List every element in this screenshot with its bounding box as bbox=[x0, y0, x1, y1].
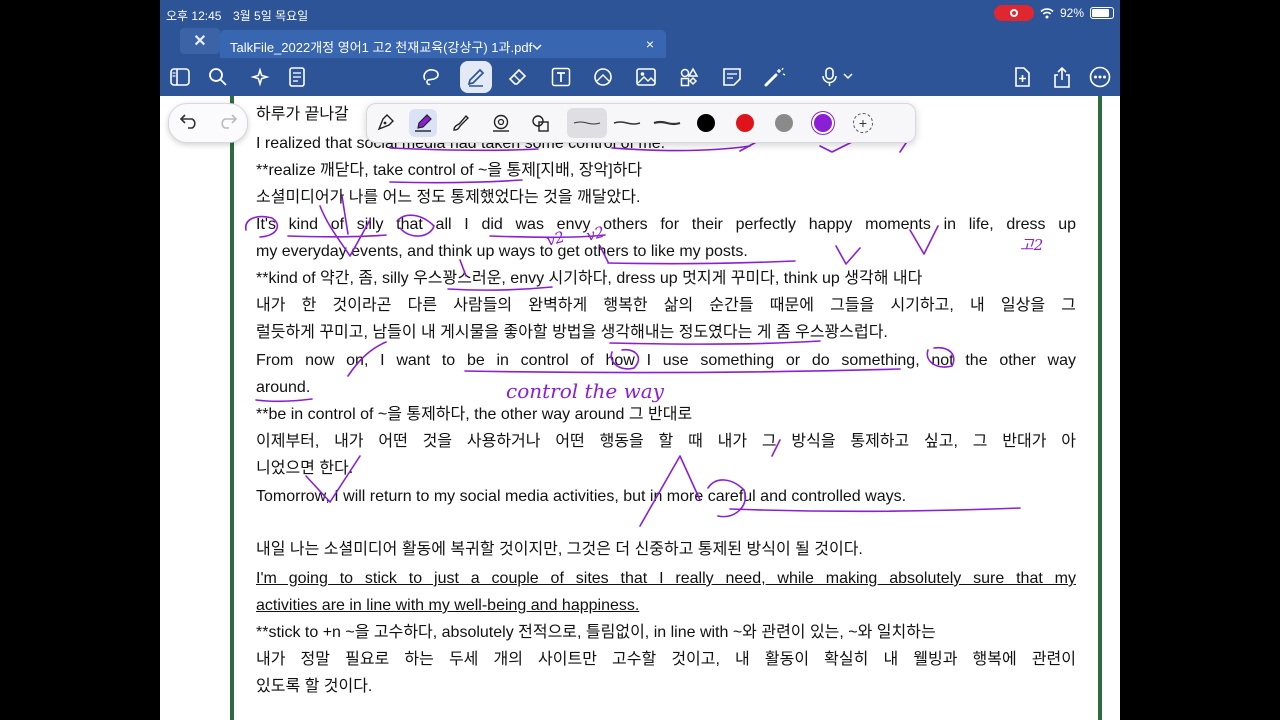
text-line: **realize 깨닫다, take control of ~을 통제[지배,… bbox=[256, 162, 643, 179]
eraser-icon[interactable] bbox=[502, 61, 534, 93]
lasso-icon[interactable] bbox=[415, 61, 447, 93]
color-swatch-purple[interactable] bbox=[814, 114, 832, 132]
text-line: 니었으면 한다. bbox=[256, 460, 354, 477]
text-line: 내가 한 것이라곤 다른 사람들의 완벽하게 행복한 삶의 순간들 때문에 그들… bbox=[256, 297, 1076, 314]
text-line: 럴듯하게 꾸미고, 남들이 내 게시물을 좋아할 방법을 생각해내는 정도였다는… bbox=[256, 324, 888, 341]
status-date: 3월 5일 목요일 bbox=[233, 9, 309, 23]
text-line: 소셜미디어가 나를 어느 정도 통제했었다는 것을 깨달았다. bbox=[256, 189, 641, 206]
text-line: my everyday events, and think up ways to… bbox=[256, 243, 748, 260]
laser-pointer-icon[interactable] bbox=[759, 61, 791, 93]
text-line: From now on, I want to be in control of … bbox=[256, 352, 1076, 369]
more-icon[interactable] bbox=[1084, 61, 1116, 93]
shape-recognition-icon[interactable] bbox=[487, 109, 515, 137]
ai-sparkle-icon[interactable] bbox=[244, 61, 276, 93]
share-icon[interactable] bbox=[1046, 61, 1078, 93]
main-toolbar bbox=[160, 58, 1120, 96]
page-left-border bbox=[230, 96, 234, 720]
status-bar: 오후 12:45 3월 5일 목요일 92% bbox=[160, 0, 1120, 28]
search-icon[interactable] bbox=[202, 61, 234, 93]
pen-palette: + bbox=[366, 103, 916, 143]
brush-icon[interactable] bbox=[447, 109, 475, 137]
stroke-width-fine[interactable] bbox=[567, 108, 607, 138]
text-line: **kind of 약간, 좀, silly 우스꽝스러운, envy 시기하다… bbox=[256, 270, 923, 287]
text-line: **be in control of ~을 통제하다, the other wa… bbox=[256, 406, 693, 423]
ipad-screen: 오후 12:45 3월 5일 목요일 92% ✕ TalkFile_2022개정… bbox=[160, 0, 1120, 720]
app-logo-icon[interactable]: ✕ bbox=[180, 28, 220, 54]
document-list-icon[interactable] bbox=[281, 61, 313, 93]
text-line: 이제부터, 내가 어떤 것을 사용하거나 어떤 행동을 할 때 내가 그 방식을… bbox=[256, 433, 1076, 450]
close-tab-icon[interactable]: × bbox=[646, 36, 654, 52]
highlighter-icon[interactable] bbox=[409, 109, 437, 137]
pen-icon[interactable] bbox=[460, 61, 492, 93]
text-line: 내가 정말 필요로 하는 두세 개의 사이트만 고수할 것이고, 내 활동이 확… bbox=[256, 651, 1076, 668]
screen-recording-icon bbox=[993, 5, 1034, 21]
pressure-icon[interactable] bbox=[527, 109, 555, 137]
microphone-icon[interactable] bbox=[816, 61, 860, 93]
redo-icon[interactable] bbox=[218, 113, 238, 134]
status-time: 오후 12:45 bbox=[166, 9, 222, 23]
add-color-icon[interactable]: + bbox=[853, 113, 873, 133]
battery-percent: 92% bbox=[1059, 6, 1084, 20]
text-line: Tomorrow, I will return to my social med… bbox=[256, 488, 907, 505]
text-line: 내일 나는 소셜미디어 활동에 복귀할 것이지만, 그것은 더 신중하고 통제된… bbox=[256, 541, 863, 558]
image-icon[interactable] bbox=[630, 61, 662, 93]
add-page-icon[interactable] bbox=[1006, 61, 1038, 93]
tab-bar: ✕ TalkFile_2022개정 영어1 고2 천재교육(강상구) 1과.pd… bbox=[160, 28, 1120, 58]
battery-icon bbox=[1090, 7, 1114, 19]
status-right: 92% bbox=[993, 5, 1114, 21]
document-tab[interactable]: TalkFile_2022개정 영어1 고2 천재교육(강상구) 1과.pdf … bbox=[220, 30, 666, 58]
chevron-down-icon[interactable] bbox=[532, 39, 542, 54]
page-right-border bbox=[1098, 96, 1102, 720]
text-line: I'm going to stick to just a couple of s… bbox=[256, 570, 1076, 587]
text-line: 있도록 할 것이다. bbox=[256, 678, 373, 695]
pdf-page[interactable]: 하루가 끝나갈 I realized that social media had… bbox=[160, 96, 1120, 720]
color-swatch-black[interactable] bbox=[697, 114, 715, 132]
text-box-icon[interactable] bbox=[545, 61, 577, 93]
stroke-width-medium[interactable] bbox=[607, 108, 647, 138]
undo-icon[interactable] bbox=[179, 113, 199, 134]
text-line: activities are in line with my well-bein… bbox=[256, 597, 640, 614]
fountain-pen-icon[interactable] bbox=[371, 109, 399, 137]
text-line: **stick to +n ~을 고수하다, absolutely 전적으로, … bbox=[256, 624, 936, 641]
wifi-icon bbox=[1040, 8, 1054, 19]
shape-icon[interactable] bbox=[587, 61, 619, 93]
sticky-note-icon[interactable] bbox=[716, 61, 748, 93]
text-line: It's kind of silly that all I did was en… bbox=[256, 216, 1076, 233]
color-swatch-gray[interactable] bbox=[775, 114, 793, 132]
color-swatch-red[interactable] bbox=[736, 114, 754, 132]
document-tab-title: TalkFile_2022개정 영어1 고2 천재교육(강상구) 1과.pdf bbox=[230, 40, 533, 55]
undo-redo-bar bbox=[168, 103, 248, 143]
element-icon[interactable] bbox=[673, 61, 705, 93]
text-line: around. bbox=[256, 379, 311, 396]
stroke-width-thick[interactable] bbox=[647, 108, 687, 138]
sidebar-icon[interactable] bbox=[164, 61, 196, 93]
